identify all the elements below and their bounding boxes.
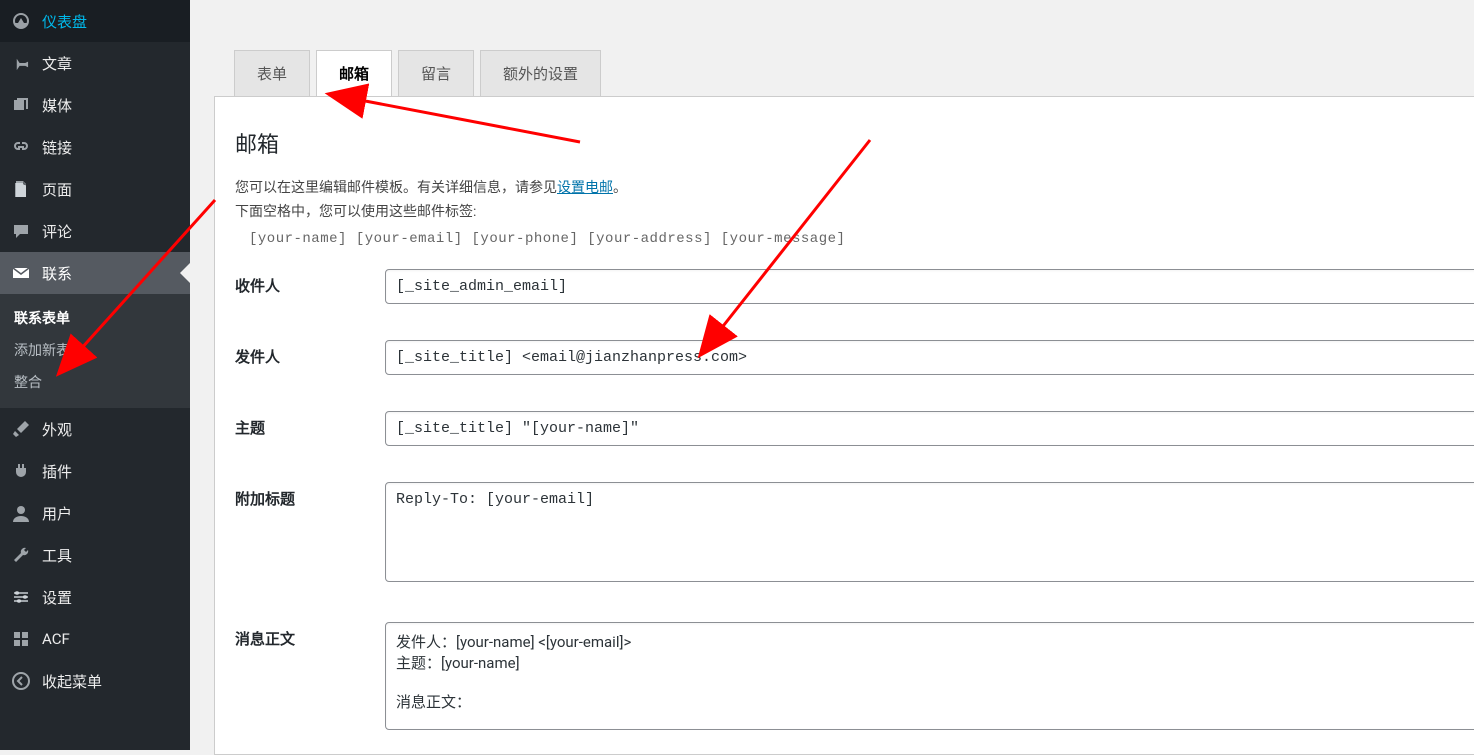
input-subject[interactable] — [385, 411, 1474, 446]
sidebar-item-label: 仪表盘 — [42, 11, 87, 32]
panel-heading: 邮箱 — [235, 127, 1474, 159]
comment-icon — [10, 220, 32, 242]
sidebar-item-users[interactable]: 用户 — [0, 492, 190, 534]
label-to: 收件人 — [235, 269, 385, 296]
tab-additional[interactable]: 额外的设置 — [480, 50, 601, 97]
tab-messages[interactable]: 留言 — [398, 50, 474, 97]
submenu-item-integration[interactable]: 整合 — [0, 366, 190, 398]
row-headers: 附加标题 — [235, 482, 1474, 586]
sidebar-item-label: 链接 — [42, 137, 72, 158]
desc-text: 您可以在这里编辑邮件模板。有关详细信息，请参见 — [235, 180, 557, 196]
mail-panel: 邮箱 您可以在这里编辑邮件模板。有关详细信息，请参见设置电邮。 下面空格中，您可… — [214, 96, 1474, 755]
admin-sidebar: 仪表盘 文章 媒体 链接 页面 评论 联系 — [0, 0, 190, 750]
submenu-item-label: 联系表单 — [14, 308, 70, 328]
sliders-icon — [10, 586, 32, 608]
grid-icon — [10, 628, 32, 650]
sidebar-item-plugins[interactable]: 插件 — [0, 450, 190, 492]
sidebar-item-label: 评论 — [42, 221, 72, 242]
main-content: 表单 邮箱 留言 额外的设置 邮箱 您可以在这里编辑邮件模板。有关详细信息，请参… — [190, 0, 1474, 750]
brush-icon — [10, 418, 32, 440]
sidebar-item-label: 用户 — [42, 503, 72, 524]
sidebar-item-label: 插件 — [42, 461, 72, 482]
label-subject: 主题 — [235, 411, 385, 438]
submenu-item-label: 添加新表单 — [14, 340, 84, 360]
sidebar-item-label: 文章 — [42, 53, 72, 74]
mail-tags-list: [your-name] [your-email] [your-phone] [y… — [249, 231, 1474, 247]
desc-line2: 下面空格中，您可以使用这些邮件标签: — [235, 204, 476, 220]
sidebar-item-settings[interactable]: 设置 — [0, 576, 190, 618]
sidebar-submenu-contact: 联系表单 添加新表单 整合 — [0, 294, 190, 408]
sidebar-item-dashboard[interactable]: 仪表盘 — [0, 0, 190, 42]
textarea-headers[interactable] — [385, 482, 1474, 582]
row-body: 消息正文 — [235, 622, 1474, 734]
submenu-item-label: 整合 — [14, 372, 42, 392]
submenu-item-add-new[interactable]: 添加新表单 — [0, 334, 190, 366]
setup-mail-link[interactable]: 设置电邮 — [557, 180, 613, 196]
tab-label: 表单 — [257, 65, 287, 83]
sidebar-item-appearance[interactable]: 外观 — [0, 408, 190, 450]
sidebar-item-label: 页面 — [42, 179, 72, 200]
mail-form: 收件人 发件人 主题 附加标题 — [235, 269, 1474, 734]
sidebar-item-label: ACF — [42, 630, 70, 648]
sidebar-item-label: 收起菜单 — [42, 671, 102, 692]
label-body: 消息正文 — [235, 622, 385, 649]
mail-icon — [10, 262, 32, 284]
row-from: 发件人 — [235, 340, 1474, 375]
dashboard-icon — [10, 10, 32, 32]
sidebar-item-label: 工具 — [42, 545, 72, 566]
sidebar-item-tools[interactable]: 工具 — [0, 534, 190, 576]
desc-suffix: 。 — [613, 180, 627, 196]
sidebar-item-contact[interactable]: 联系 — [0, 252, 190, 294]
sidebar-item-collapse[interactable]: 收起菜单 — [0, 660, 190, 702]
page-icon — [10, 178, 32, 200]
sidebar-item-label: 媒体 — [42, 95, 72, 116]
link-icon — [10, 136, 32, 158]
wrench-icon — [10, 544, 32, 566]
plug-icon — [10, 460, 32, 482]
tab-mail[interactable]: 邮箱 — [316, 50, 392, 97]
tab-form[interactable]: 表单 — [234, 50, 310, 97]
sidebar-item-comments[interactable]: 评论 — [0, 210, 190, 252]
label-from: 发件人 — [235, 340, 385, 367]
sidebar-item-label: 联系 — [42, 263, 72, 284]
sidebar-item-label: 设置 — [42, 587, 72, 608]
tab-label: 邮箱 — [339, 65, 369, 83]
label-headers: 附加标题 — [235, 482, 385, 509]
sidebar-item-media[interactable]: 媒体 — [0, 84, 190, 126]
sidebar-item-posts[interactable]: 文章 — [0, 42, 190, 84]
input-to[interactable] — [385, 269, 1474, 304]
panel-description: 您可以在这里编辑邮件模板。有关详细信息，请参见设置电邮。 下面空格中，您可以使用… — [235, 177, 1474, 225]
textarea-body[interactable] — [385, 622, 1474, 730]
user-icon — [10, 502, 32, 524]
row-to: 收件人 — [235, 269, 1474, 304]
input-from[interactable] — [385, 340, 1474, 375]
sidebar-item-label: 外观 — [42, 419, 72, 440]
sidebar-item-links[interactable]: 链接 — [0, 126, 190, 168]
panel-tabs: 表单 邮箱 留言 额外的设置 — [234, 50, 1474, 97]
pin-icon — [10, 52, 32, 74]
sidebar-item-pages[interactable]: 页面 — [0, 168, 190, 210]
row-subject: 主题 — [235, 411, 1474, 446]
collapse-icon — [10, 670, 32, 692]
sidebar-item-acf[interactable]: ACF — [0, 618, 190, 660]
media-icon — [10, 94, 32, 116]
tab-label: 留言 — [421, 65, 451, 83]
submenu-item-contact-forms[interactable]: 联系表单 — [0, 302, 190, 334]
tab-label: 额外的设置 — [503, 65, 578, 83]
